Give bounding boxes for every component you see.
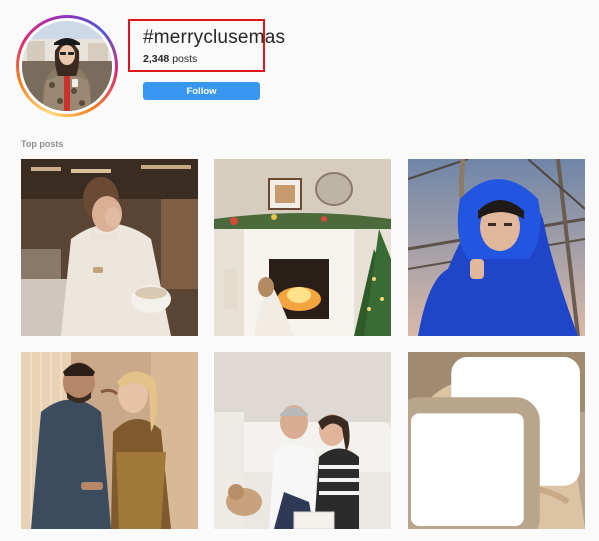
post-image [21, 159, 198, 336]
post-tile-1[interactable] [21, 159, 198, 336]
post-tile-3[interactable] [408, 159, 585, 336]
hashtag-title: #merryclusemas [143, 27, 286, 48]
post-image [21, 352, 198, 529]
post-image [408, 159, 585, 336]
post-tile-5[interactable] [214, 352, 391, 529]
post-count: 2,348 posts [143, 53, 197, 65]
post-tile-6[interactable] [408, 352, 585, 529]
post-count-value: 2,348 [143, 53, 170, 65]
follow-button[interactable]: Follow [143, 82, 260, 100]
avatar-frame [19, 18, 115, 114]
post-tile-2[interactable] [214, 159, 391, 336]
top-posts-label: Top posts [21, 139, 64, 149]
avatar-image [22, 21, 112, 111]
post-image [214, 159, 391, 336]
carousel-icon [408, 357, 580, 529]
post-image [214, 352, 391, 529]
hashtag-header: #merryclusemas 2,348 posts Follow [0, 0, 599, 130]
hashtag-avatar[interactable] [22, 21, 112, 111]
hashtag-avatar-ring[interactable] [16, 15, 118, 117]
post-tile-4[interactable] [21, 352, 198, 529]
post-count-suffix: posts [169, 53, 198, 65]
